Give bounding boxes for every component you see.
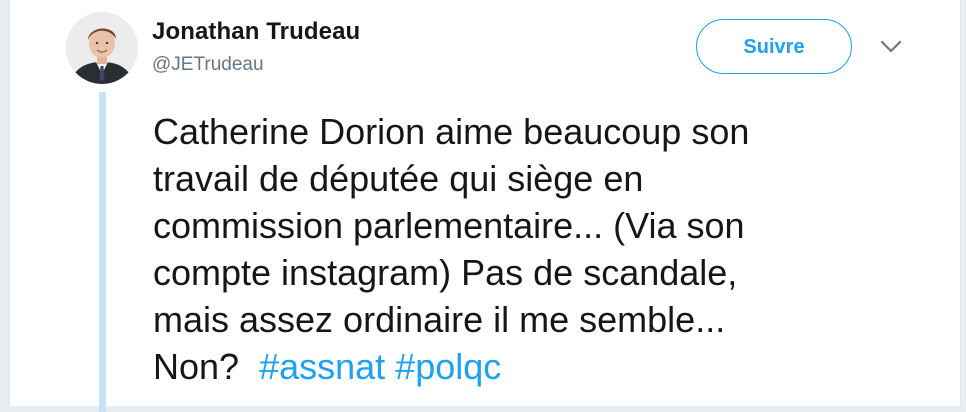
tweet-card: Jonathan Trudeau @JETrudeau Suivre Cathe… [9,0,961,412]
hashtag-link-assnat[interactable]: #assnat [259,346,385,387]
tweet-text-line: compte instagram) Pas de scandale, [153,252,738,293]
tweet-text-last: Non? [153,346,240,387]
tweet-text-line: travail de députée qui siège en [153,158,644,199]
author-name[interactable]: Jonathan Trudeau [152,18,360,46]
tweet-text-line: Catherine Dorion aime beaucoup son [153,111,750,152]
follow-button[interactable]: Suivre [696,19,852,74]
thread-line [99,92,106,412]
hashtag-link-polqc[interactable]: #polqc [395,346,501,387]
tweet-text-line: commission parlementaire... (Via son [153,205,745,246]
avatar-photo [66,12,138,84]
author-avatar[interactable] [66,12,138,84]
author-handle[interactable]: @JETrudeau [152,54,264,76]
tweet-text: Catherine Dorion aime beaucoup son travai… [153,108,873,390]
chevron-down-icon[interactable] [880,40,902,54]
tweet-text-line: mais assez ordinaire il me semble... [153,299,726,340]
